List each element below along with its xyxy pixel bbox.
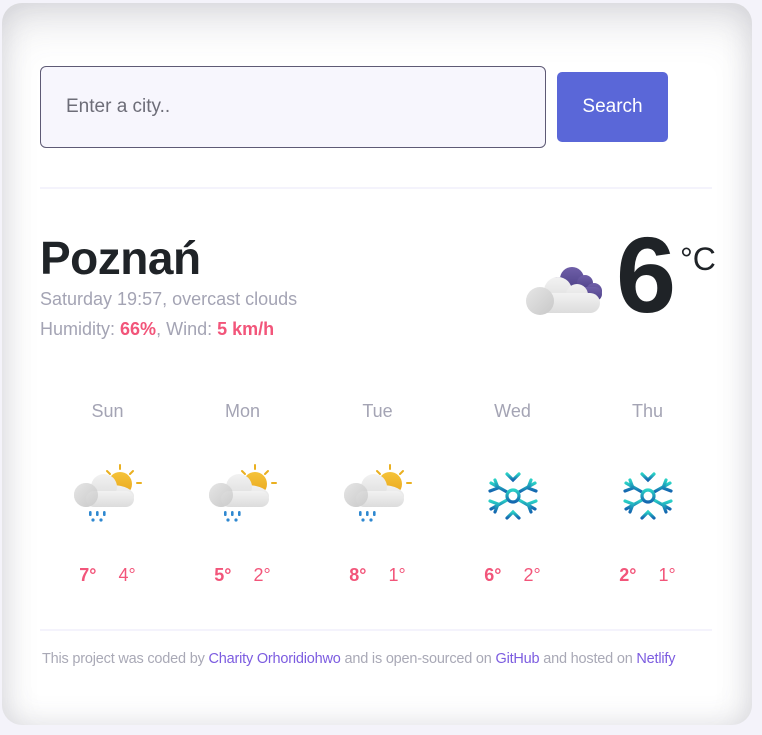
forecast-day: Tue 8° 1° (310, 401, 445, 601)
footer-text: and is open-sourced on (340, 651, 496, 667)
divider (40, 629, 712, 631)
wind-value: 5 km/h (217, 319, 275, 339)
forecast-max: 2° (619, 565, 637, 585)
footer-credits: This project was coded by Charity Orhori… (42, 651, 722, 667)
overcast-clouds-icon (526, 267, 602, 315)
city-name: Poznań (40, 232, 201, 284)
wind-label: Wind: (166, 319, 213, 339)
forecast-temps: 8° 1° (310, 565, 445, 586)
forecast-min: 4° (118, 565, 136, 585)
humidity-wind: Humidity: 66%, Wind: 5 km/h (40, 319, 275, 339)
forecast-temps: 6° 2° (445, 565, 580, 586)
forecast-day-name: Mon (224, 401, 260, 421)
rain-sun-cloud-icon (207, 463, 279, 529)
forecast-day-name: Thu (631, 401, 664, 421)
netlify-link[interactable]: Netlify (636, 651, 675, 667)
footer-text: This project was coded by (42, 651, 209, 667)
search-button[interactable]: Search (557, 72, 668, 142)
forecast-max: 6° (484, 565, 502, 585)
forecast-max: 8° (349, 565, 367, 585)
forecast-temps: 7° 4° (40, 565, 175, 586)
forecast-day: Mon 5° 2° (175, 401, 310, 601)
forecast: Sun 7° 4° Mon 5° 2° Tue 8° 1° Wed 6° 2° (40, 401, 716, 601)
rain-sun-cloud-icon (72, 463, 144, 529)
forecast-min: 1° (388, 565, 406, 585)
github-link[interactable]: GitHub (495, 651, 539, 667)
forecast-day: Sun 7° 4° (40, 401, 175, 601)
forecast-day: Wed 6° 2° (445, 401, 580, 601)
forecast-min: 2° (253, 565, 271, 585)
snowflake-icon (477, 463, 549, 529)
divider (40, 187, 712, 189)
search-form: Search (40, 66, 670, 148)
forecast-min: 1° (658, 565, 676, 585)
rain-sun-cloud-icon (342, 463, 414, 529)
temperature-unit[interactable]: °C (680, 241, 716, 278)
day-time: Saturday 19:57 (40, 289, 163, 309)
footer-text: and hosted on (539, 651, 637, 667)
current-temperature: 6 (616, 214, 677, 335)
weather-description: overcast clouds (172, 289, 298, 309)
humidity-label: Humidity: (40, 319, 116, 339)
forecast-min: 2° (523, 565, 541, 585)
humidity-value: 66% (120, 319, 157, 339)
forecast-max: 7° (79, 565, 97, 585)
forecast-day-name: Wed (494, 401, 531, 421)
forecast-day-name: Sun (91, 401, 124, 421)
forecast-max: 5° (214, 565, 232, 585)
forecast-temps: 5° 2° (175, 565, 310, 586)
snowflake-icon (612, 463, 684, 529)
forecast-day: Thu 2° 1° (580, 401, 715, 601)
author-link[interactable]: Charity Orhoridiohwo (208, 651, 340, 667)
forecast-day-name: Tue (362, 401, 393, 421)
city-search-input[interactable] (40, 66, 546, 148)
weather-card: Search Poznań Saturday 19:57, overcast c… (2, 3, 752, 725)
date-description: Saturday 19:57, overcast clouds (40, 289, 298, 309)
forecast-temps: 2° 1° (580, 565, 715, 586)
